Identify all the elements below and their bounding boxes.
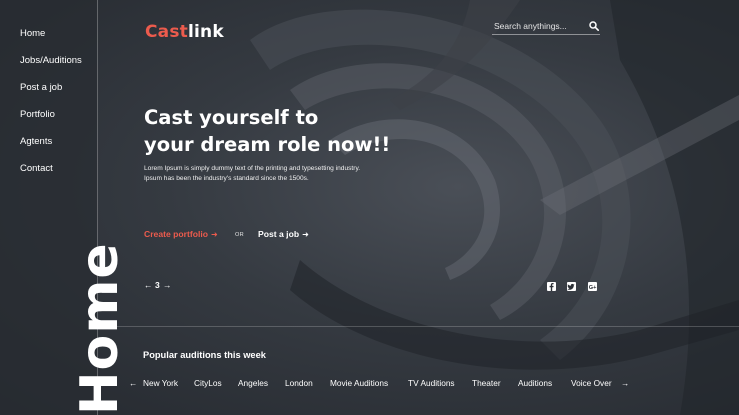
hero-description-line-1: Lorem Ipsum is simply dummy text of the … bbox=[144, 165, 361, 172]
post-a-job-label: Post a job bbox=[258, 229, 300, 239]
nav-item-post-a-job[interactable]: Post a job bbox=[20, 82, 82, 109]
cta-or-separator: OR bbox=[235, 232, 244, 238]
audition-tag[interactable]: Voice Over bbox=[571, 378, 612, 389]
nav-item-contact[interactable]: Contact bbox=[20, 163, 82, 190]
arrow-right-icon: ➜ bbox=[210, 230, 218, 239]
logo[interactable]: Castlink bbox=[145, 22, 224, 42]
tags-prev-icon[interactable]: ← bbox=[129, 378, 137, 389]
tags-next-icon[interactable]: → bbox=[621, 378, 629, 389]
hero-title-line-2: your dream role now!! bbox=[144, 133, 391, 156]
search-bar bbox=[492, 18, 600, 35]
section-divider bbox=[98, 326, 739, 327]
twitter-icon[interactable] bbox=[567, 282, 576, 291]
pager-prev-icon[interactable]: ← bbox=[144, 280, 153, 290]
audition-tag[interactable]: Theater bbox=[472, 378, 501, 389]
facebook-icon[interactable] bbox=[547, 282, 556, 291]
sidebar-nav: Home Jobs/Auditions Post a job Portfolio… bbox=[20, 28, 82, 190]
nav-item-jobs-auditions[interactable]: Jobs/Auditions bbox=[20, 55, 82, 82]
hero-title-line-1: Cast yourself to bbox=[144, 106, 319, 129]
pager-next-icon[interactable]: → bbox=[163, 280, 172, 290]
logo-rest-text: link bbox=[188, 22, 224, 42]
logo-accent-text: Cast bbox=[145, 22, 188, 42]
google-plus-icon[interactable]: G+ bbox=[588, 282, 597, 291]
nav-item-portfolio[interactable]: Portfolio bbox=[20, 109, 82, 136]
nav-item-agents[interactable]: Agtents bbox=[20, 136, 82, 163]
hero-title: Cast yourself to your dream role now!! bbox=[144, 104, 464, 158]
audition-tag[interactable]: Movie Auditions bbox=[330, 378, 388, 389]
nav-item-home[interactable]: Home bbox=[20, 28, 82, 55]
popular-auditions-title: Popular auditions this week bbox=[143, 350, 266, 360]
svg-text:G+: G+ bbox=[589, 285, 597, 291]
pager-current-number: 3 bbox=[155, 280, 160, 290]
audition-tag[interactable]: New York bbox=[143, 378, 178, 389]
create-portfolio-button[interactable]: Create portfolio ➜ bbox=[144, 229, 218, 239]
audition-tag[interactable]: Auditions bbox=[518, 378, 552, 389]
search-icon[interactable] bbox=[589, 21, 599, 31]
audition-tag[interactable]: TV Auditions bbox=[408, 378, 455, 389]
hero-description: Lorem Ipsum is simply dummy text of the … bbox=[144, 164, 404, 183]
vertical-page-title: Home bbox=[70, 242, 130, 415]
create-portfolio-label: Create portfolio bbox=[144, 229, 208, 239]
popular-auditions-tags: ← New York CityLos Angeles London Movie … bbox=[129, 378, 629, 390]
arrow-right-icon: ➜ bbox=[302, 230, 309, 239]
audition-tag[interactable]: London bbox=[285, 378, 313, 389]
audition-tag[interactable]: CityLos bbox=[194, 378, 222, 389]
audition-tag[interactable]: Angeles bbox=[238, 378, 268, 389]
hero-description-line-2: Ipsum has been the industry's standard s… bbox=[144, 174, 309, 182]
post-a-job-button[interactable]: Post a job ➜ bbox=[258, 229, 309, 239]
search-input[interactable] bbox=[494, 18, 586, 34]
